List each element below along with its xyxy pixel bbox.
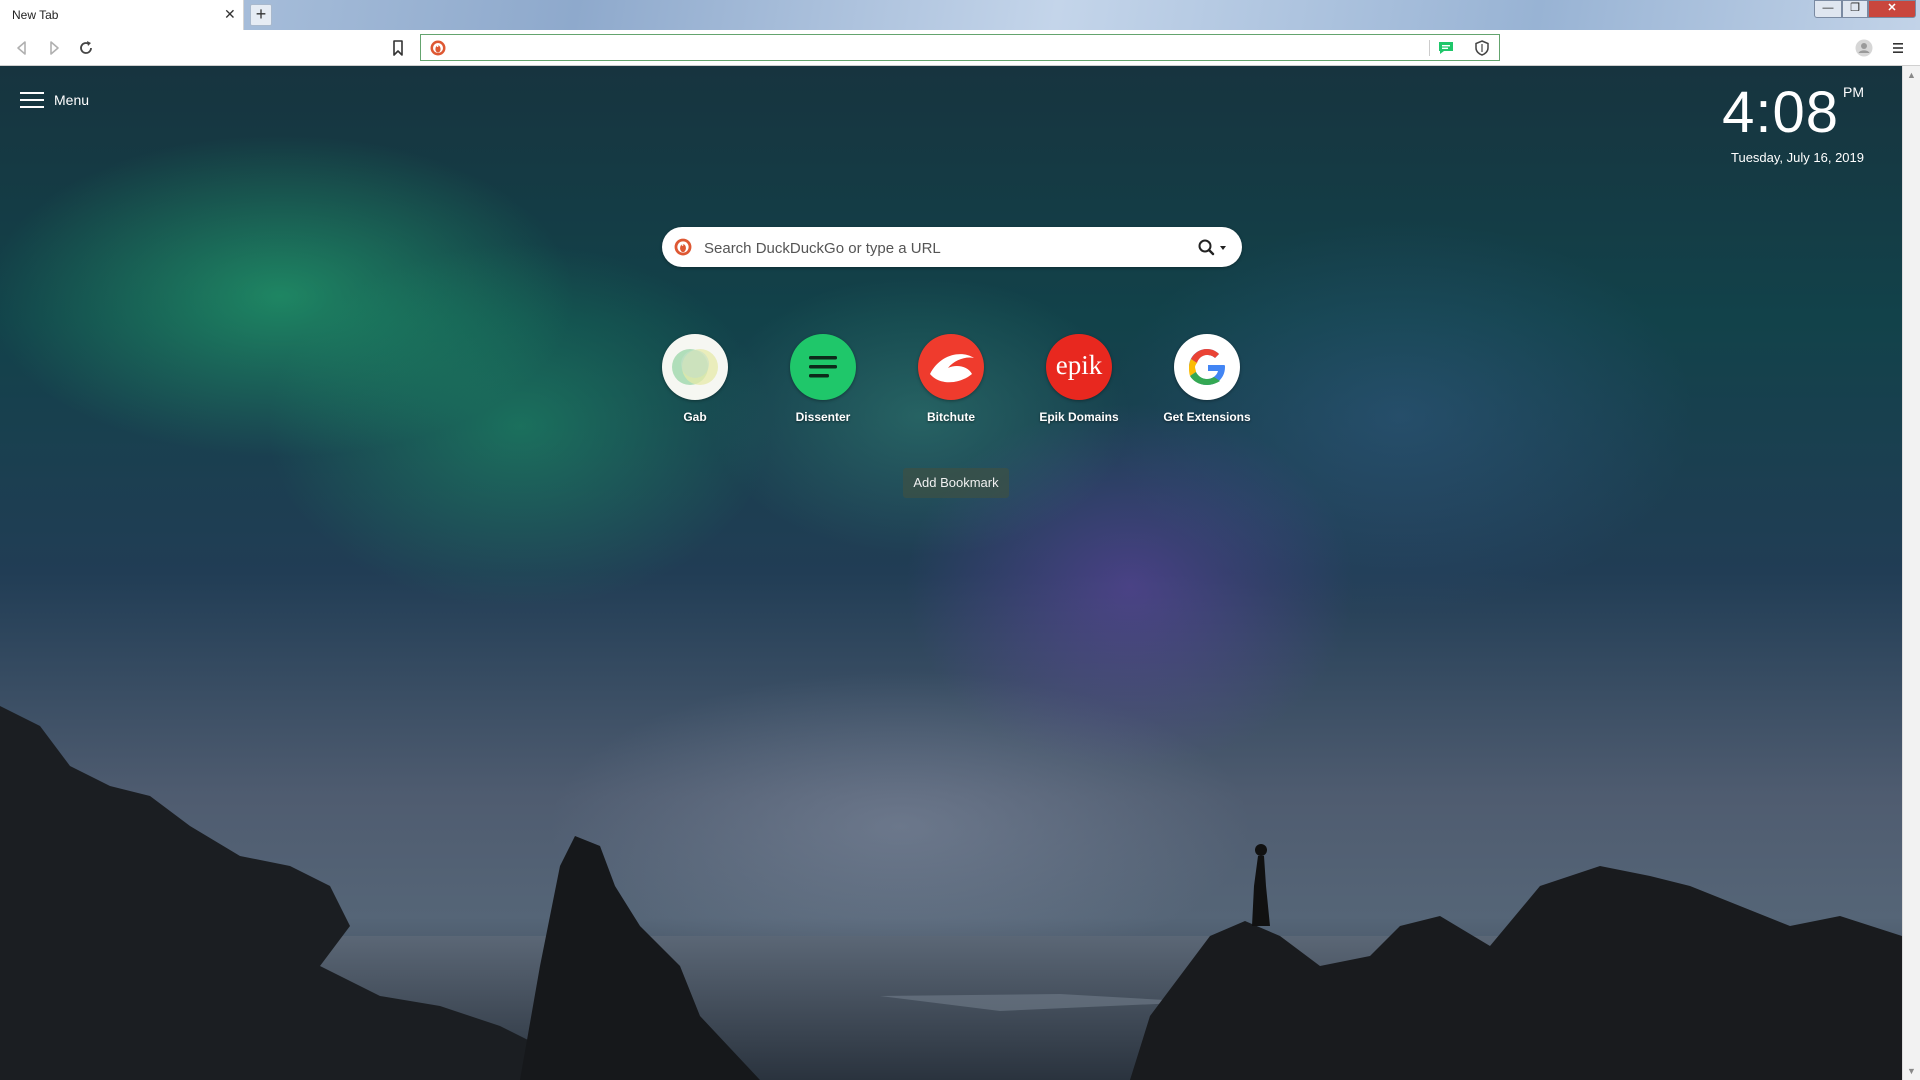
maximize-button[interactable]: ❐ [1842, 0, 1868, 18]
chat-icon[interactable] [1437, 39, 1455, 57]
epik-icon: epik [1046, 334, 1112, 400]
reload-icon[interactable] [76, 38, 96, 58]
tile-bitchute[interactable]: Bitchute [896, 334, 1006, 424]
gab-icon [662, 334, 728, 400]
tab-close-icon[interactable]: ✕ [224, 6, 236, 22]
search-box[interactable] [662, 227, 1242, 267]
tile-label: Bitchute [927, 410, 975, 424]
address-bar[interactable] [420, 34, 1500, 61]
tab-title: New Tab [12, 8, 59, 22]
duckduckgo-icon [430, 40, 446, 56]
forward-icon[interactable] [44, 38, 64, 58]
epik-logo-text: epik [1055, 350, 1103, 380]
tile-get-extensions[interactable]: Get Extensions [1152, 334, 1262, 424]
back-icon[interactable] [12, 38, 32, 58]
tile-label: Epik Domains [1039, 410, 1119, 424]
menu-icon[interactable] [1888, 38, 1908, 58]
tile-epik-domains[interactable]: epik Epik Domains [1024, 334, 1134, 424]
hamburger-icon [20, 92, 44, 108]
google-icon [1174, 334, 1240, 400]
title-bar: New Tab ✕ + — ❐ ✕ [0, 0, 1920, 30]
shield-icon[interactable] [1473, 39, 1491, 57]
tile-label: Get Extensions [1163, 410, 1251, 424]
scroll-up-icon[interactable]: ▲ [1907, 70, 1916, 80]
menu-label: Menu [54, 92, 90, 108]
add-bookmark-button[interactable]: Add Bookmark [903, 468, 1009, 498]
tab-new-tab[interactable]: New Tab ✕ [0, 0, 244, 30]
clock-ampm: PM [1843, 84, 1864, 100]
tile-dissenter[interactable]: Dissenter [768, 334, 878, 424]
scroll-down-icon[interactable]: ▼ [1907, 1066, 1916, 1076]
page-scrollbar[interactable]: ▲ ▼ [1902, 66, 1920, 1080]
clock-time: 4:08 [1722, 80, 1839, 145]
close-window-button[interactable]: ✕ [1868, 0, 1916, 18]
tile-gab[interactable]: Gab [640, 334, 750, 424]
new-tab-button[interactable]: + [250, 4, 272, 26]
browser-toolbar [0, 30, 1920, 66]
new-tab-page: Menu 4:08 PM Tuesday, July 16, 2019 Sear… [0, 66, 1902, 1080]
search-input[interactable] [702, 235, 1176, 261]
address-separator [1429, 40, 1430, 56]
dissenter-icon [790, 334, 856, 400]
speed-dial: Gab Dissenter Bitchute epik Epik Domains… [640, 334, 1260, 434]
profile-icon[interactable] [1854, 38, 1874, 58]
duckduckgo-icon [674, 238, 692, 256]
clock-widget: 4:08 PM Tuesday, July 16, 2019 [1722, 78, 1864, 165]
bookmark-icon[interactable] [388, 38, 408, 58]
search-engine-button[interactable] [1196, 237, 1232, 257]
minimize-button[interactable]: — [1814, 0, 1842, 18]
clock-date: Tuesday, July 16, 2019 [1731, 150, 1864, 165]
menu-button[interactable]: Menu [20, 88, 89, 112]
address-input[interactable] [453, 37, 1413, 58]
tile-label: Gab [683, 410, 707, 424]
tile-label: Dissenter [795, 410, 851, 424]
background-landscape-image [0, 706, 1902, 1080]
bitchute-icon [918, 334, 984, 400]
